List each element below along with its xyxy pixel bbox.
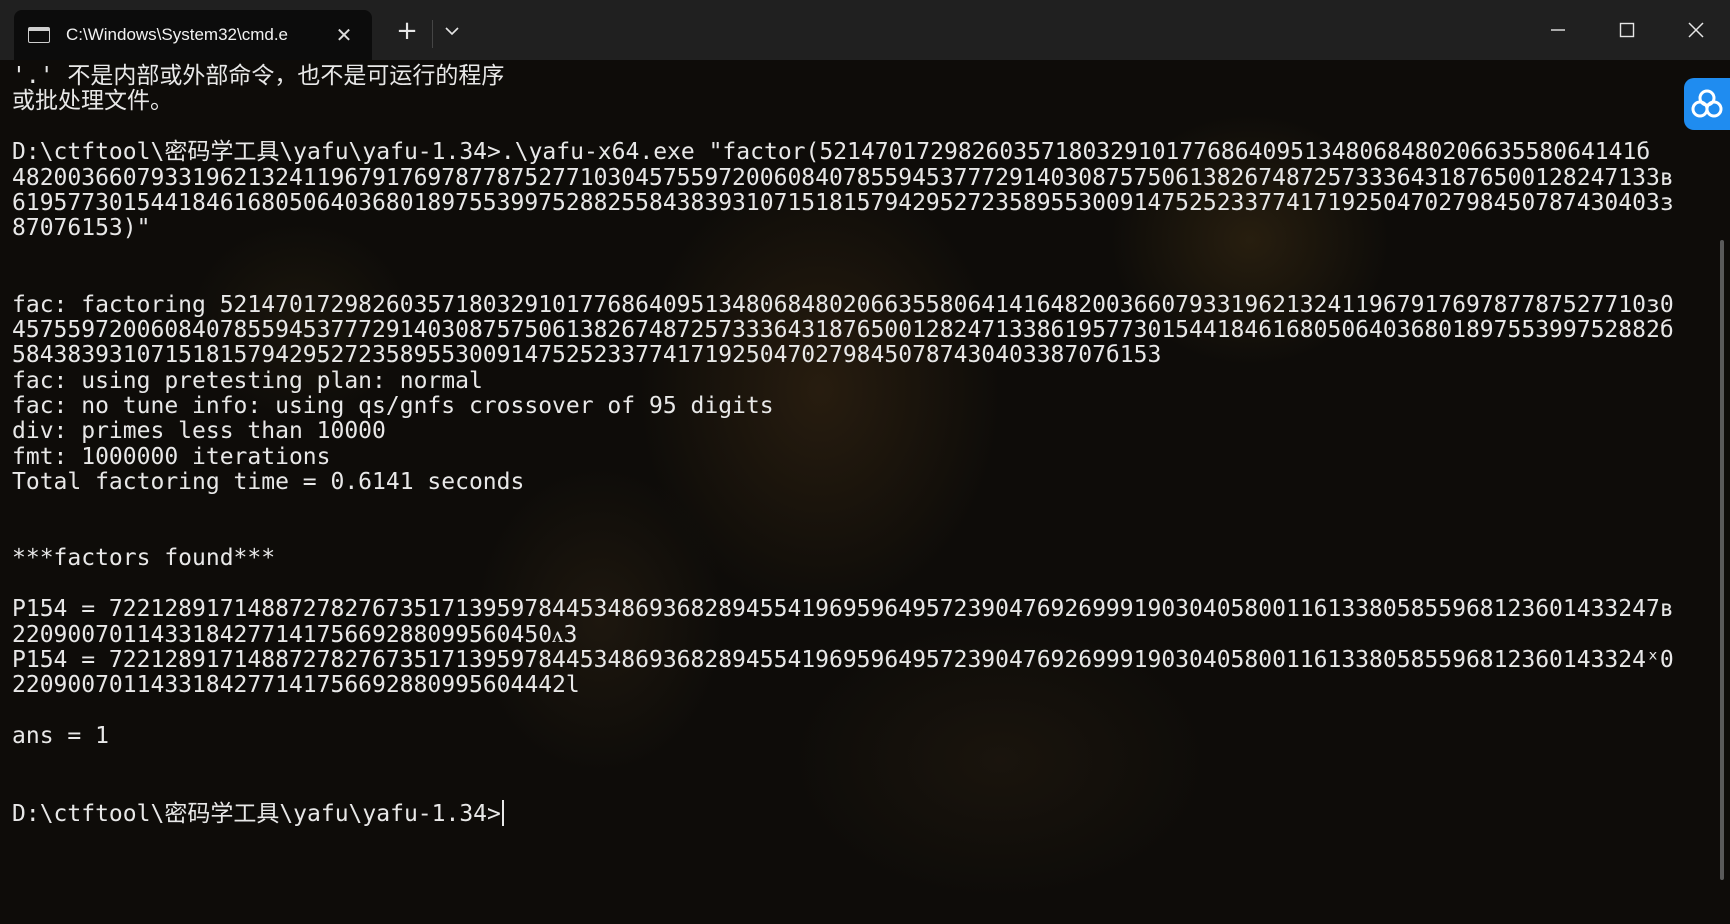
cloud-sync-widget[interactable]: [1684, 78, 1730, 130]
terminal-line: P154 = 722128917148872782767351713959784…: [12, 596, 1674, 623]
terminal-line: '.' 不是内部或外部命令，也不是可运行的程序: [12, 63, 505, 89]
new-tab-button[interactable]: +: [387, 14, 427, 48]
terminal-line: 2209007011433184277141756692880995604442…: [12, 672, 580, 699]
text-cursor: [501, 800, 504, 827]
terminal-line: fac: factoring 5214701729826035718032910…: [12, 291, 1674, 318]
maximize-icon: [1619, 22, 1635, 38]
cloud-icon: [1691, 89, 1723, 118]
terminal-line: 220900701143318427714175669288099560450ᴧ…: [12, 621, 578, 648]
terminal-line: fmt: 1000000 iterations: [12, 443, 331, 470]
terminal-line: 87076153)": [12, 215, 151, 242]
terminal-line: D:\ctftool\密码学工具\yafu\yafu-1.34>: [12, 800, 1712, 827]
terminal-line: Total factoring time = 0.6141 seconds: [12, 469, 525, 496]
terminal-line: fac: using pretesting plan: normal: [12, 367, 483, 394]
tab-title: C:\Windows\System32\cmd.e: [66, 25, 289, 44]
terminal-line: D:\ctftool\密码学工具\yafu\yafu-1.34>.\yafu-x…: [12, 139, 1651, 166]
terminal-line: 6195773015441846168050640368018975539975…: [12, 189, 1674, 216]
minimize-icon: [1551, 29, 1565, 31]
terminal-line: fac: no tune info: using qs/gnfs crossov…: [12, 393, 774, 420]
terminal-line: div: primes less than 10000: [12, 418, 386, 445]
title-bar[interactable]: C:\Windows\System32\cmd.e ✕ +: [0, 0, 1730, 60]
maximize-button[interactable]: [1593, 0, 1661, 60]
scrollbar[interactable]: [1720, 240, 1724, 880]
dropdown-button[interactable]: [432, 14, 472, 48]
chevron-down-icon: [445, 27, 459, 36]
terminal-window: C:\Windows\System32\cmd.e ✕ + '.' 不是内部或外…: [0, 0, 1730, 924]
terminal-line: 5843839310715181579429527235895530091475…: [12, 342, 1162, 369]
tab-cmd[interactable]: C:\Windows\System32\cmd.e ✕: [14, 10, 372, 60]
terminal-line: 4820036607933196213241196791769787787527…: [12, 164, 1674, 191]
terminal-line: 4575597200608407855945377729140308757506…: [12, 316, 1674, 343]
minimize-button[interactable]: [1524, 0, 1592, 60]
terminal-line: ***factors found***: [12, 545, 276, 572]
terminal-line: P154 = 722128917148872782767351713959784…: [12, 646, 1674, 673]
close-window-button[interactable]: [1662, 0, 1730, 60]
terminal-line: ans = 1: [12, 723, 109, 750]
terminal-output[interactable]: '.' 不是内部或外部命令，也不是可运行的程序 或批处理文件。 D:\ctftool…: [12, 63, 1712, 924]
terminal-icon: [28, 27, 50, 43]
close-tab-icon[interactable]: ✕: [330, 22, 358, 48]
terminal-line: 或批处理文件。: [12, 88, 173, 115]
close-icon: [1688, 22, 1704, 38]
